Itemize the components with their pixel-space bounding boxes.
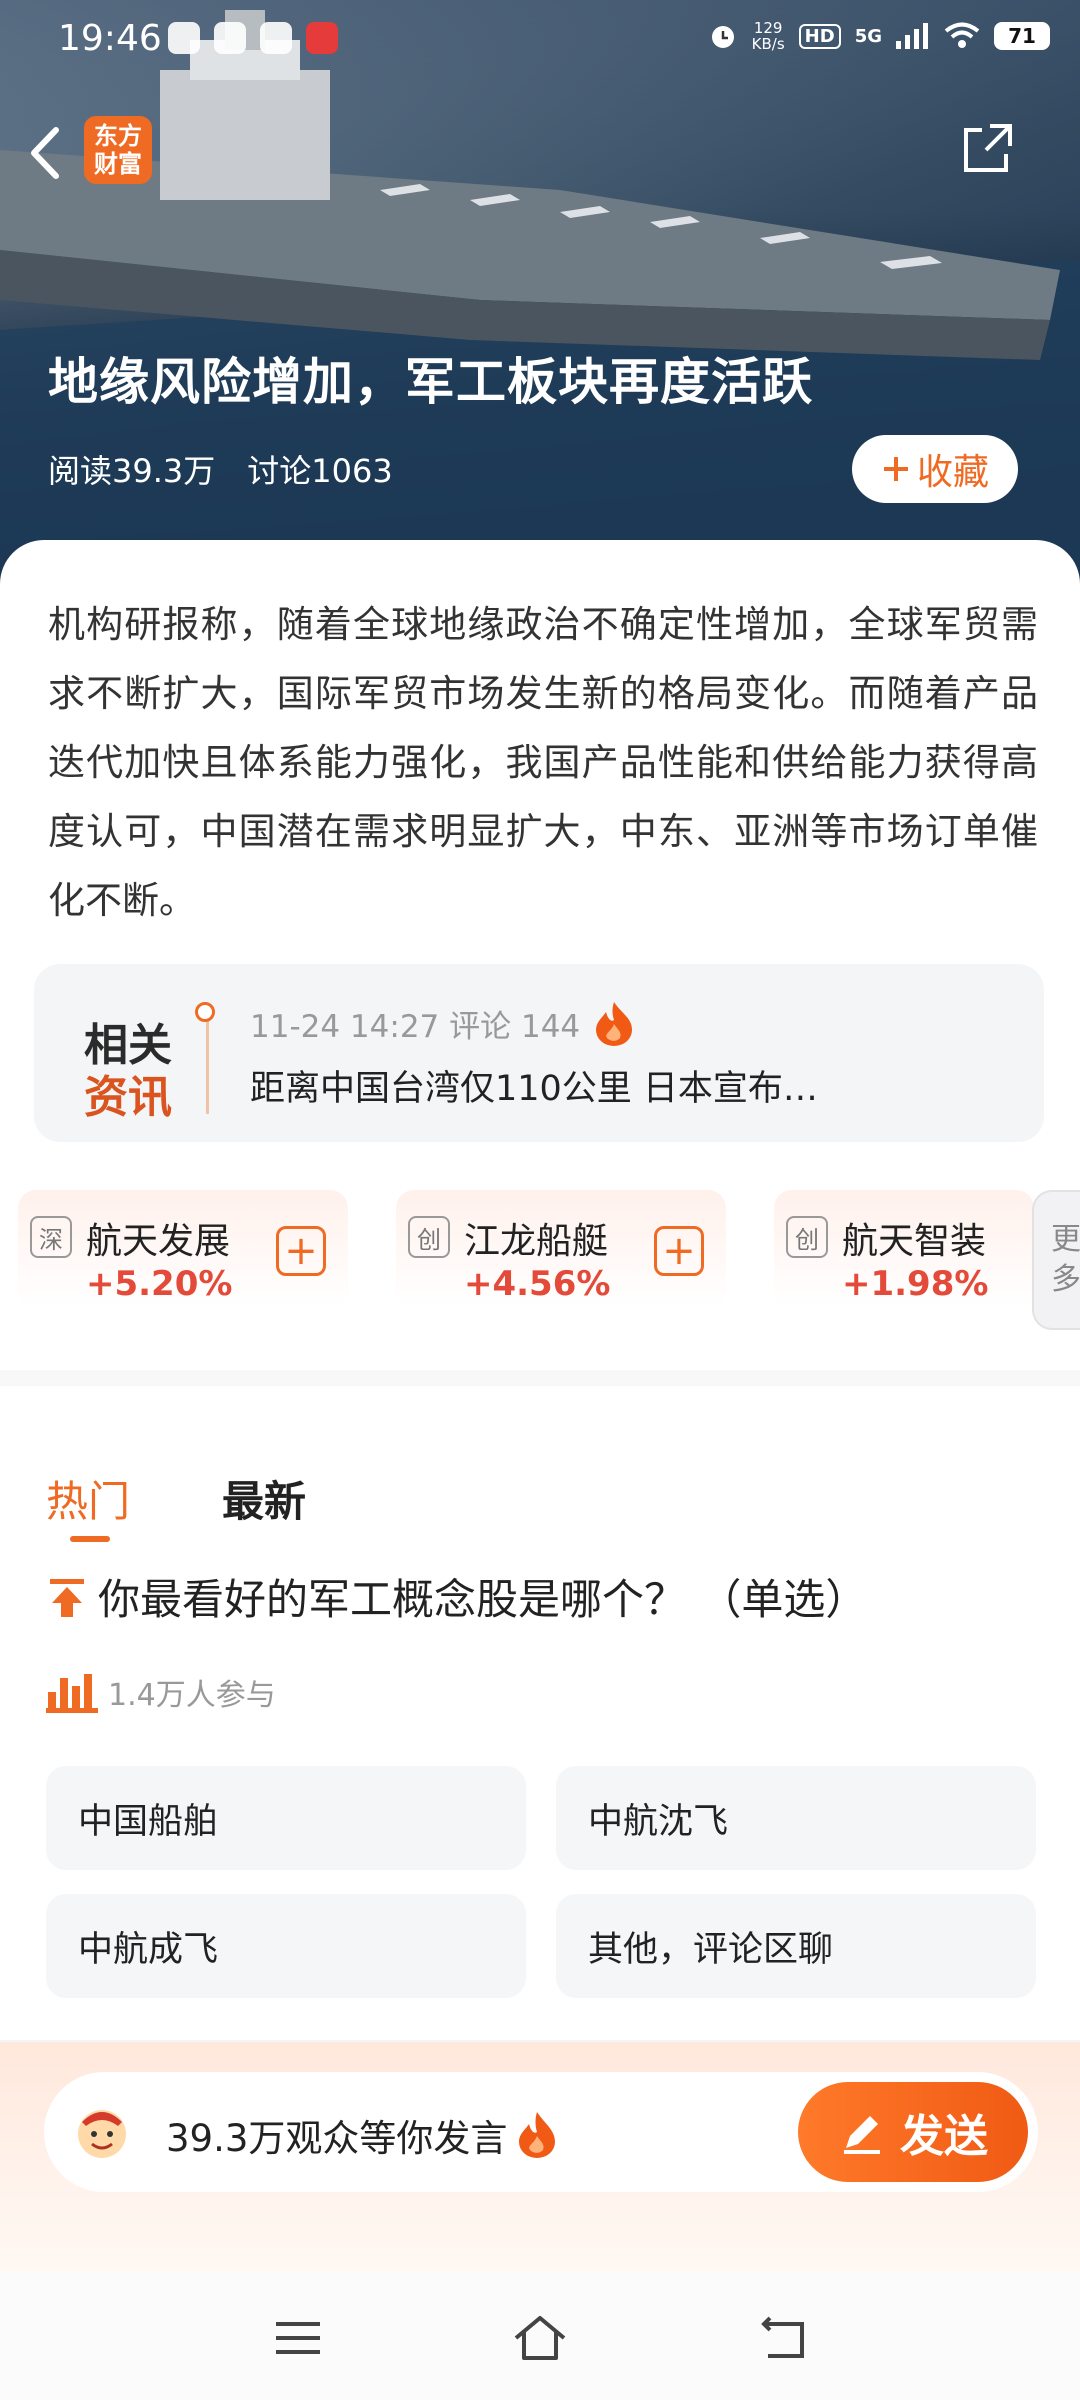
poll-option-3[interactable]: 中航成飞 xyxy=(46,1894,526,1998)
topic-stats: 阅读39.3万 讨论1063 xyxy=(48,446,393,492)
edit-pen-icon xyxy=(844,2116,880,2154)
stock-change: +1.98% xyxy=(842,1264,989,1304)
shopping-notification-icon xyxy=(306,22,338,54)
related-news-card[interactable]: 相关 资讯 11-24 14:27 评论 144 距离中国台湾仅110公里 日本… xyxy=(34,964,1044,1142)
add-stock-icon[interactable]: + xyxy=(276,1226,326,1276)
network-speed-value: 129 xyxy=(753,19,783,37)
add-stock-icon[interactable]: + xyxy=(654,1226,704,1276)
related-news-time-comments: 11-24 14:27 评论 144 xyxy=(250,1008,581,1045)
topic-title: 地缘风险增加，军工板块再度活跃 xyxy=(48,353,813,411)
discussion-panel: 热门 最新 你最看好的军工概念股是哪个？ （单选） 1.4万人参与 中国船舶 中… xyxy=(0,1440,1080,2020)
market-badge: 创 xyxy=(786,1216,828,1258)
send-button[interactable]: 发送 xyxy=(798,2082,1028,2182)
related-tag-line-1: 相关 xyxy=(84,1020,172,1071)
stock-card-2[interactable]: 创 江龙船艇 +4.56% + xyxy=(396,1190,726,1308)
tab-latest[interactable]: 最新 xyxy=(222,1468,306,1529)
stock-name: 航天智装 xyxy=(842,1221,987,1262)
status-bar: 19:46 129 KB/s HD 5G 71 xyxy=(0,0,1080,86)
participants-text: 1.4万人参与 xyxy=(108,1678,276,1713)
related-news-meta: 11-24 14:27 评论 144 xyxy=(250,1000,636,1046)
poll-participants: 1.4万人参与 xyxy=(46,1670,276,1714)
related-news-tag: 相关 资讯 xyxy=(84,1020,172,1124)
market-badge: 深 xyxy=(30,1216,72,1258)
battery-indicator: 71 xyxy=(994,22,1050,50)
read-count: 阅读39.3万 xyxy=(48,452,216,490)
send-label: 发送 xyxy=(900,2111,988,2162)
notification-icons xyxy=(168,22,338,54)
favorite-button[interactable]: 收藏 xyxy=(852,435,1018,503)
signal-bars-icon xyxy=(896,23,928,49)
back-arrow-icon[interactable] xyxy=(20,118,72,188)
tiktok-notification-icon xyxy=(260,22,292,54)
comment-placeholder: 39.3万观众等你发言 xyxy=(166,2108,557,2162)
fire-icon xyxy=(519,2112,556,2158)
eastmoney-logo: 东方 财富 xyxy=(84,116,152,184)
section-divider xyxy=(0,1370,1080,1386)
comment-placeholder-text: 39.3万观众等你发言 xyxy=(166,2117,508,2160)
favorite-label: 收藏 xyxy=(916,452,989,493)
discussion-tabs: 热门 最新 xyxy=(46,1468,306,1542)
back-nav-icon[interactable] xyxy=(754,2310,810,2366)
hd-badge: HD xyxy=(798,23,841,49)
poll-question-text: 你最看好的军工概念股是哪个？ （单选） xyxy=(98,1575,868,1624)
network-speed: 129 KB/s xyxy=(752,20,785,52)
poll-option-4[interactable]: 其他，评论区聊 xyxy=(556,1894,1036,1998)
home-icon[interactable] xyxy=(512,2310,568,2366)
message-notification-icon xyxy=(214,22,246,54)
mascot-avatar-icon xyxy=(78,2110,126,2158)
stock-card-3[interactable]: 创 航天智装 +1.98% xyxy=(774,1190,1034,1308)
more-label-2: 多 xyxy=(1051,1262,1080,1297)
discussion-count: 讨论1063 xyxy=(247,452,393,490)
status-time: 19:46 xyxy=(58,18,162,59)
stock-card-1[interactable]: 深 航天发展 +5.20% + xyxy=(18,1190,348,1308)
more-stocks-button[interactable]: 更 多 xyxy=(1032,1190,1080,1330)
stock-name: 航天发展 xyxy=(86,1221,231,1262)
logo-line-2: 财富 xyxy=(94,150,142,178)
pin-top-icon xyxy=(50,1578,84,1617)
timeline-dot xyxy=(195,1002,215,1022)
poll-option-2[interactable]: 中航沈飞 xyxy=(556,1766,1036,1870)
comment-input-bar[interactable]: 39.3万观众等你发言 发送 xyxy=(44,2072,1038,2192)
system-navigation-bar xyxy=(0,2272,1080,2400)
stock-change: +5.20% xyxy=(86,1264,233,1304)
stock-change: +4.56% xyxy=(464,1264,611,1304)
related-stocks-row: 深 航天发展 +5.20% + 创 江龙船艇 +4.56% + 创 航天智装 +… xyxy=(18,1190,1080,1330)
stock-name: 江龙船艇 xyxy=(464,1221,609,1262)
plus-icon xyxy=(883,457,908,481)
hero-banner: 19:46 129 KB/s HD 5G 71 东方 财富 地缘风险增加，军工板… xyxy=(0,0,1080,600)
poll-option-1[interactable]: 中国船舶 xyxy=(46,1766,526,1870)
status-indicators: 129 KB/s HD 5G 71 xyxy=(708,20,1050,52)
tab-hot[interactable]: 热门 xyxy=(46,1468,130,1542)
related-news-headline: 距离中国台湾仅110公里 日本宣布… xyxy=(250,1069,818,1109)
market-badge: 创 xyxy=(408,1216,450,1258)
fire-icon xyxy=(596,1002,633,1046)
wifi-icon xyxy=(944,22,980,48)
topic-intro-text: 机构研报称，随着全球地缘政治不确定性增加，全球军贸需求不断扩大，国际军贸市场发生… xyxy=(48,603,1038,922)
menu-icon[interactable] xyxy=(270,2310,326,2366)
bar-chart-icon xyxy=(46,1674,98,1713)
alarm-icon xyxy=(711,26,734,48)
related-tag-line-2: 资讯 xyxy=(84,1072,172,1123)
signal-5g-label: 5G xyxy=(854,25,882,47)
more-label-1: 更 xyxy=(1051,1222,1080,1257)
network-speed-unit: KB/s xyxy=(751,35,785,53)
aircraft-carrier-image xyxy=(0,10,1080,600)
comment-zone: 39.3万观众等你发言 发送 xyxy=(0,2042,1080,2272)
logo-line-1: 东方 xyxy=(94,122,142,150)
poll-question: 你最看好的军工概念股是哪个？ （单选） xyxy=(46,1566,867,1627)
app-notification-icon xyxy=(168,22,200,54)
timeline-line xyxy=(206,1008,209,1114)
share-icon[interactable] xyxy=(960,120,1016,176)
